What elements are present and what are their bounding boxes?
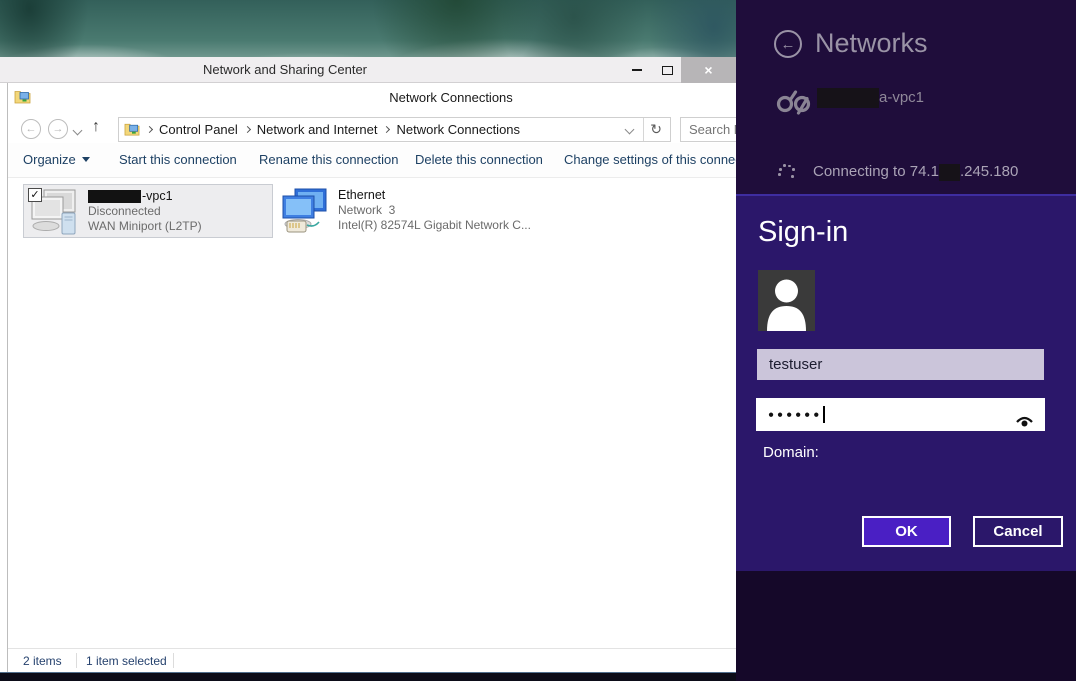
networks-panel: ← Networks a-vpc1 Connecting to 74.1.245… <box>736 0 1076 681</box>
ok-button[interactable]: OK <box>862 516 951 547</box>
divider <box>173 653 174 668</box>
network-folder-icon <box>14 88 31 109</box>
start-connection-button[interactable]: Start this connection <box>119 152 237 167</box>
forward-button[interactable]: → <box>48 119 68 139</box>
selected-count: 1 item selected <box>86 654 167 668</box>
maximize-button[interactable] <box>653 57 681 83</box>
connection-device: WAN Miniport (L2TP) <box>88 219 273 234</box>
connection-device: Intel(R) 82574L Gigabit Network C... <box>338 218 523 233</box>
address-bar: ← → ↑ Control Panel Network and Internet… <box>8 115 736 143</box>
minimize-button[interactable] <box>623 57 651 83</box>
forward-icon: → <box>53 123 64 135</box>
desktop-edge <box>0 672 736 681</box>
window-title: Network Connections <box>389 90 513 105</box>
avatar <box>758 270 815 331</box>
breadcrumb-separator-icon <box>383 126 390 133</box>
vpn-icon <box>775 84 813 121</box>
password-reveal-icon[interactable] <box>1015 407 1034 440</box>
text-caret <box>823 406 825 423</box>
back-arrow-icon: ← <box>781 36 796 53</box>
connection-status: Disconnected <box>88 204 273 219</box>
connection-name: -vpc1 <box>88 189 273 204</box>
nsc-titlebar[interactable]: Network and Sharing Center × <box>0 57 736 83</box>
minimize-icon <box>632 69 642 71</box>
redaction-box <box>817 88 879 108</box>
desktop: Network and Sharing Center × Network Con… <box>0 0 1076 681</box>
checkbox-checked[interactable]: ✓ <box>28 188 42 202</box>
list-item-vpn[interactable]: ✓ -vpc1 Disconnected WAN Miniport (L2TP) <box>23 184 273 238</box>
close-button[interactable]: × <box>681 57 736 83</box>
redaction-box <box>939 164 960 181</box>
rename-connection-button[interactable]: Rename this connection <box>259 152 398 167</box>
progress-spinner-icon <box>777 163 797 183</box>
maximize-icon <box>662 66 673 75</box>
search-input[interactable]: Search Network Connections <box>680 117 736 142</box>
cancel-button[interactable]: Cancel <box>973 516 1063 547</box>
delete-connection-button[interactable]: Delete this connection <box>415 152 543 167</box>
divider <box>643 118 644 141</box>
connection-name: Ethernet <box>338 188 523 203</box>
dropdown-arrow-icon <box>82 157 90 162</box>
breadcrumb-control-panel[interactable]: Control Panel <box>159 122 238 137</box>
breadcrumb-separator-icon <box>146 126 153 133</box>
username-input[interactable]: testuser <box>757 349 1044 380</box>
divider <box>76 653 77 668</box>
connection-network: Network 3 <box>338 203 523 218</box>
breadcrumb[interactable]: Control Panel Network and Internet Netwo… <box>118 117 671 142</box>
command-bar: Organize Start this connection Rename th… <box>8 143 736 178</box>
ethernet-connection-icon <box>280 188 334 239</box>
organize-button[interactable]: Organize <box>23 152 90 167</box>
list-item-ethernet[interactable]: Ethernet Network 3 Intel(R) 82574L Gigab… <box>280 184 536 238</box>
vpn-connection-entry[interactable]: a-vpc1 <box>817 88 924 108</box>
network-connections-window: Network Connections ← → ↑ Control Panel … <box>7 83 736 672</box>
status-bar: 2 items 1 item selected <box>8 648 736 672</box>
items-count: 2 items <box>23 654 62 668</box>
back-icon: ← <box>26 123 37 135</box>
back-button[interactable]: ← <box>21 119 41 139</box>
password-input[interactable]: ●●●●●● <box>756 398 1045 431</box>
up-button[interactable]: ↑ <box>92 118 100 136</box>
breadcrumb-folder-icon <box>124 121 140 139</box>
networks-panel-bottom <box>736 571 1076 681</box>
signin-title: Sign-in <box>758 216 848 249</box>
back-button[interactable]: ← <box>774 30 802 58</box>
breadcrumb-separator-icon <box>244 126 251 133</box>
recent-pages-dropdown-icon[interactable] <box>73 126 83 136</box>
signin-section <box>736 194 1076 571</box>
refresh-icon[interactable]: ↻ <box>650 121 662 138</box>
breadcrumb-network-connections[interactable]: Network Connections <box>396 122 520 137</box>
address-dropdown-icon[interactable] <box>625 125 635 135</box>
change-settings-button[interactable]: Change settings of this connection <box>564 152 736 167</box>
connecting-status: Connecting to 74.1.245.180 <box>813 163 1018 181</box>
password-dots: ●●●●●● <box>768 409 822 420</box>
redaction-box <box>88 190 141 203</box>
domain-label: Domain: <box>763 444 819 461</box>
breadcrumb-network-internet[interactable]: Network and Internet <box>257 122 378 137</box>
panel-title: Networks <box>815 28 928 59</box>
nsc-window-title: Network and Sharing Center <box>203 62 367 77</box>
